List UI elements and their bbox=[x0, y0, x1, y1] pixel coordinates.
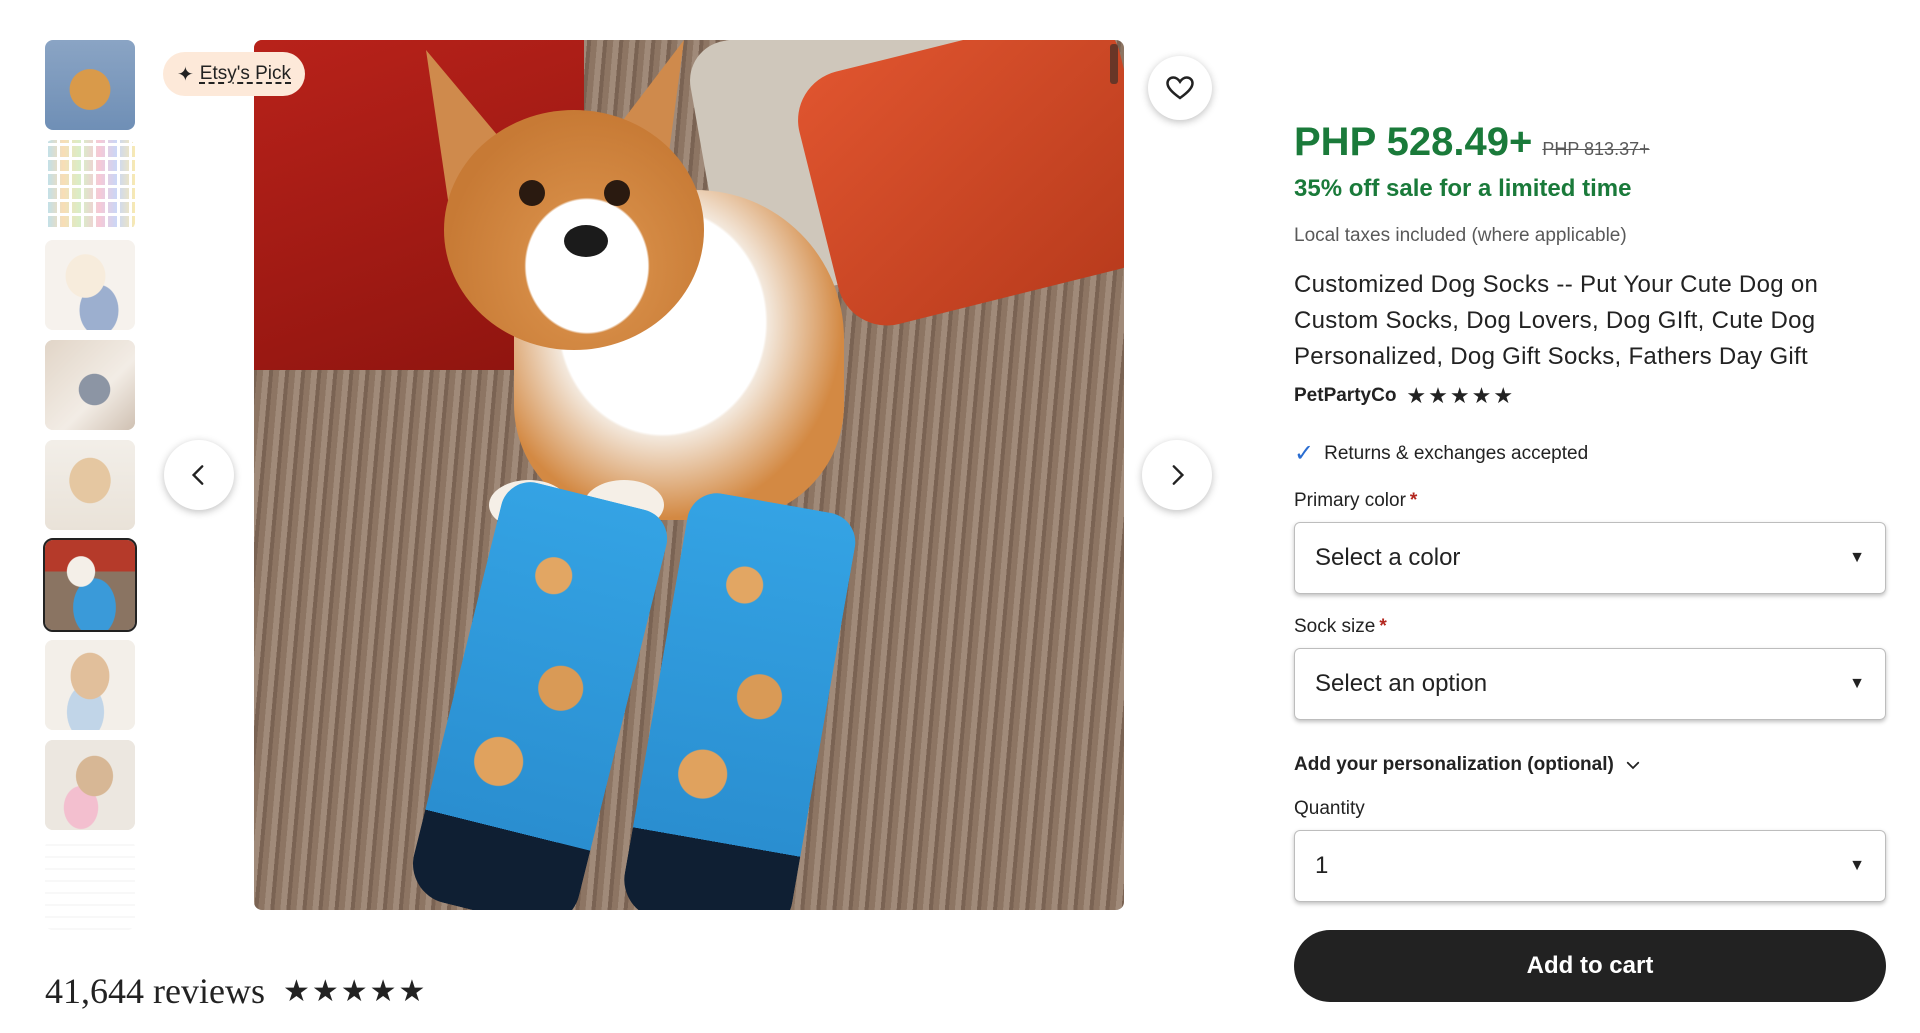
thumbnail-6[interactable] bbox=[43, 538, 137, 632]
check-icon: ✓ bbox=[1294, 440, 1315, 467]
chevron-left-icon bbox=[191, 465, 204, 485]
quantity-label: Quantity bbox=[1294, 798, 1365, 819]
sock-size-select[interactable]: Select an option ▼ bbox=[1294, 648, 1886, 720]
sparkle-icon: ✦ bbox=[177, 63, 194, 86]
sock-size-label: Sock size * bbox=[1294, 616, 1886, 638]
primary-color-label-text: Primary color bbox=[1294, 490, 1406, 511]
returns-text: Returns & exchanges accepted bbox=[1324, 442, 1589, 464]
favorite-button[interactable] bbox=[1148, 56, 1212, 120]
sock-size-label-text: Sock size bbox=[1294, 616, 1376, 637]
thumbnail-1[interactable] bbox=[45, 40, 135, 130]
etsys-pick-badge[interactable]: ✦ Etsy's Pick bbox=[163, 52, 306, 96]
caret-down-icon: ▼ bbox=[1849, 857, 1865, 874]
reviews-summary: 41,644 reviews ★★★★★ bbox=[45, 970, 427, 1012]
main-product-image bbox=[254, 40, 1124, 910]
tax-note: Local taxes included (where applicable) bbox=[1294, 225, 1627, 246]
image-scroll-indicator bbox=[1110, 44, 1118, 84]
personalization-label: Add your personalization (optional) bbox=[1294, 754, 1614, 775]
original-price: PHP 813.37+ bbox=[1542, 139, 1650, 159]
product-info-panel: PHP 528.49+ PHP 813.37+ 35% off sale for… bbox=[1294, 120, 1886, 1002]
product-title: Customized Dog Socks -- Put Your Cute Do… bbox=[1294, 271, 1819, 370]
thumbnail-8[interactable] bbox=[45, 740, 135, 830]
sock-size-value: Select an option bbox=[1315, 670, 1488, 697]
shop-rating-stars: ★★★★★ bbox=[1406, 383, 1516, 408]
heart-icon bbox=[1166, 76, 1194, 100]
thumbnail-5[interactable] bbox=[45, 440, 135, 530]
caret-down-icon: ▼ bbox=[1849, 675, 1865, 692]
required-marker: * bbox=[1409, 490, 1418, 511]
price-row: PHP 528.49+ PHP 813.37+ bbox=[1294, 120, 1886, 165]
quantity-value: 1 bbox=[1315, 852, 1329, 879]
chevron-right-icon bbox=[1172, 465, 1185, 485]
thumbnail-list bbox=[43, 40, 137, 940]
thumbnail-3[interactable] bbox=[45, 240, 135, 330]
primary-color-value: Select a color bbox=[1315, 544, 1461, 571]
reviews-stars: ★★★★★ bbox=[282, 974, 428, 1008]
quantity-select[interactable]: 1 ▼ bbox=[1294, 830, 1886, 902]
shop-name-link[interactable]: PetPartyCo bbox=[1294, 385, 1396, 407]
returns-info: ✓ Returns & exchanges accepted bbox=[1294, 439, 1886, 468]
primary-color-select[interactable]: Select a color ▼ bbox=[1294, 522, 1886, 594]
previous-image-button[interactable] bbox=[164, 440, 234, 510]
current-price: PHP 528.49+ bbox=[1294, 120, 1533, 164]
chevron-down-icon bbox=[1626, 761, 1639, 770]
required-marker: * bbox=[1379, 616, 1387, 637]
thumbnail-7[interactable] bbox=[45, 640, 135, 730]
etsys-pick-label: Etsy's Pick bbox=[199, 63, 292, 84]
thumbnail-9[interactable] bbox=[45, 840, 135, 930]
next-image-button[interactable] bbox=[1142, 440, 1212, 510]
reviews-count: 41,644 reviews bbox=[45, 971, 265, 1011]
add-to-cart-button[interactable]: Add to cart bbox=[1294, 930, 1886, 1002]
personalization-toggle[interactable]: Add your personalization (optional) bbox=[1294, 754, 1886, 776]
caret-down-icon: ▼ bbox=[1849, 549, 1865, 566]
shop-row: PetPartyCo ★★★★★ bbox=[1294, 383, 1886, 409]
thumbnail-4[interactable] bbox=[45, 340, 135, 430]
sale-text: 35% off sale for a limited time bbox=[1294, 175, 1632, 202]
primary-color-label: Primary color * bbox=[1294, 490, 1886, 512]
thumbnail-2[interactable] bbox=[45, 140, 135, 230]
